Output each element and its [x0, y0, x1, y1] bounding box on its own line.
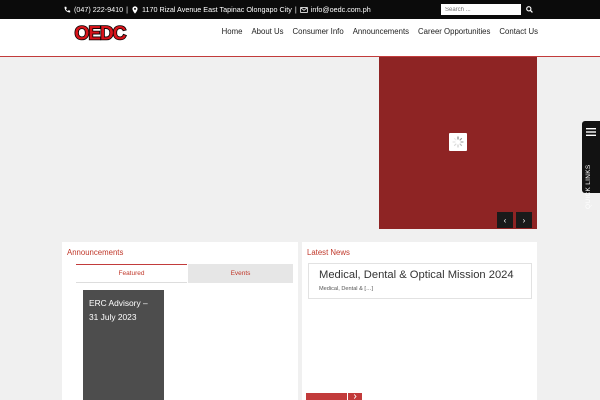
search-input[interactable]: [441, 4, 521, 15]
slider-prev-button[interactable]: ‹: [497, 212, 513, 228]
oedc-logo[interactable]: OEDC: [62, 22, 138, 44]
hamburger-icon: [586, 128, 596, 136]
nav-home[interactable]: Home: [222, 27, 243, 36]
contact-info: (047) 222-9410 | 1170 Rizal Avenue East …: [63, 0, 371, 19]
nav-announcements[interactable]: Announcements: [353, 27, 409, 36]
announcements-title: Announcements: [67, 248, 124, 257]
news-item[interactable]: Medical, Dental & Optical Mission 2024 M…: [308, 263, 532, 299]
nav-career-opportunities[interactable]: Career Opportunities: [418, 27, 490, 36]
chevron-right-icon: [353, 394, 357, 399]
tab-events[interactable]: Events: [188, 264, 293, 283]
site-header: OEDC Home About Us Consumer Info Announc…: [0, 19, 600, 57]
loading-spinner: [449, 133, 467, 151]
news-excerpt: Medical, Dental & […]: [319, 286, 374, 292]
news-read-more-button[interactable]: [306, 393, 347, 400]
slider-next-button[interactable]: ›: [516, 212, 532, 228]
address: 1170 Rizal Avenue East Tapinac Olongapo …: [142, 5, 292, 14]
main-nav: Home About Us Consumer Info Announcement…: [222, 27, 538, 36]
spinner-icon: [452, 136, 464, 148]
news-next-button[interactable]: [348, 393, 362, 400]
envelope-icon: [299, 6, 308, 13]
separator: |: [294, 5, 297, 14]
search-icon: [525, 6, 533, 13]
latest-news-panel: Latest News Medical, Dental & Optical Mi…: [302, 242, 537, 400]
featured-announcement-card[interactable]: ERC Advisory – 31 July 2023: [83, 290, 164, 400]
phone-icon: [64, 6, 71, 12]
hero-area: [62, 57, 378, 229]
latest-news-title: Latest News: [307, 248, 350, 257]
nav-consumer-info[interactable]: Consumer Info: [293, 27, 344, 36]
announcements-panel: Announcements Featured Events ERC Adviso…: [62, 242, 298, 400]
svg-text:OEDC: OEDC: [75, 24, 127, 45]
map-pin-icon: [132, 5, 138, 14]
tab-featured[interactable]: Featured: [76, 264, 187, 283]
featured-announcement-title: ERC Advisory – 31 July 2023: [89, 298, 148, 322]
nav-contact-us[interactable]: Contact Us: [499, 27, 538, 36]
separator: |: [126, 5, 129, 14]
quick-links-tab[interactable]: QUICK LINKS: [582, 121, 600, 209]
quick-links-label: QUICK LINKS: [585, 164, 592, 209]
email-link[interactable]: info@oedc.com.ph: [311, 5, 371, 14]
top-bar: (047) 222-9410 | 1170 Rizal Avenue East …: [0, 0, 600, 19]
phone-number: (047) 222-9410: [74, 5, 124, 14]
nav-about-us[interactable]: About Us: [251, 27, 283, 36]
news-headline[interactable]: Medical, Dental & Optical Mission 2024: [319, 269, 514, 281]
search-button[interactable]: [522, 4, 536, 15]
